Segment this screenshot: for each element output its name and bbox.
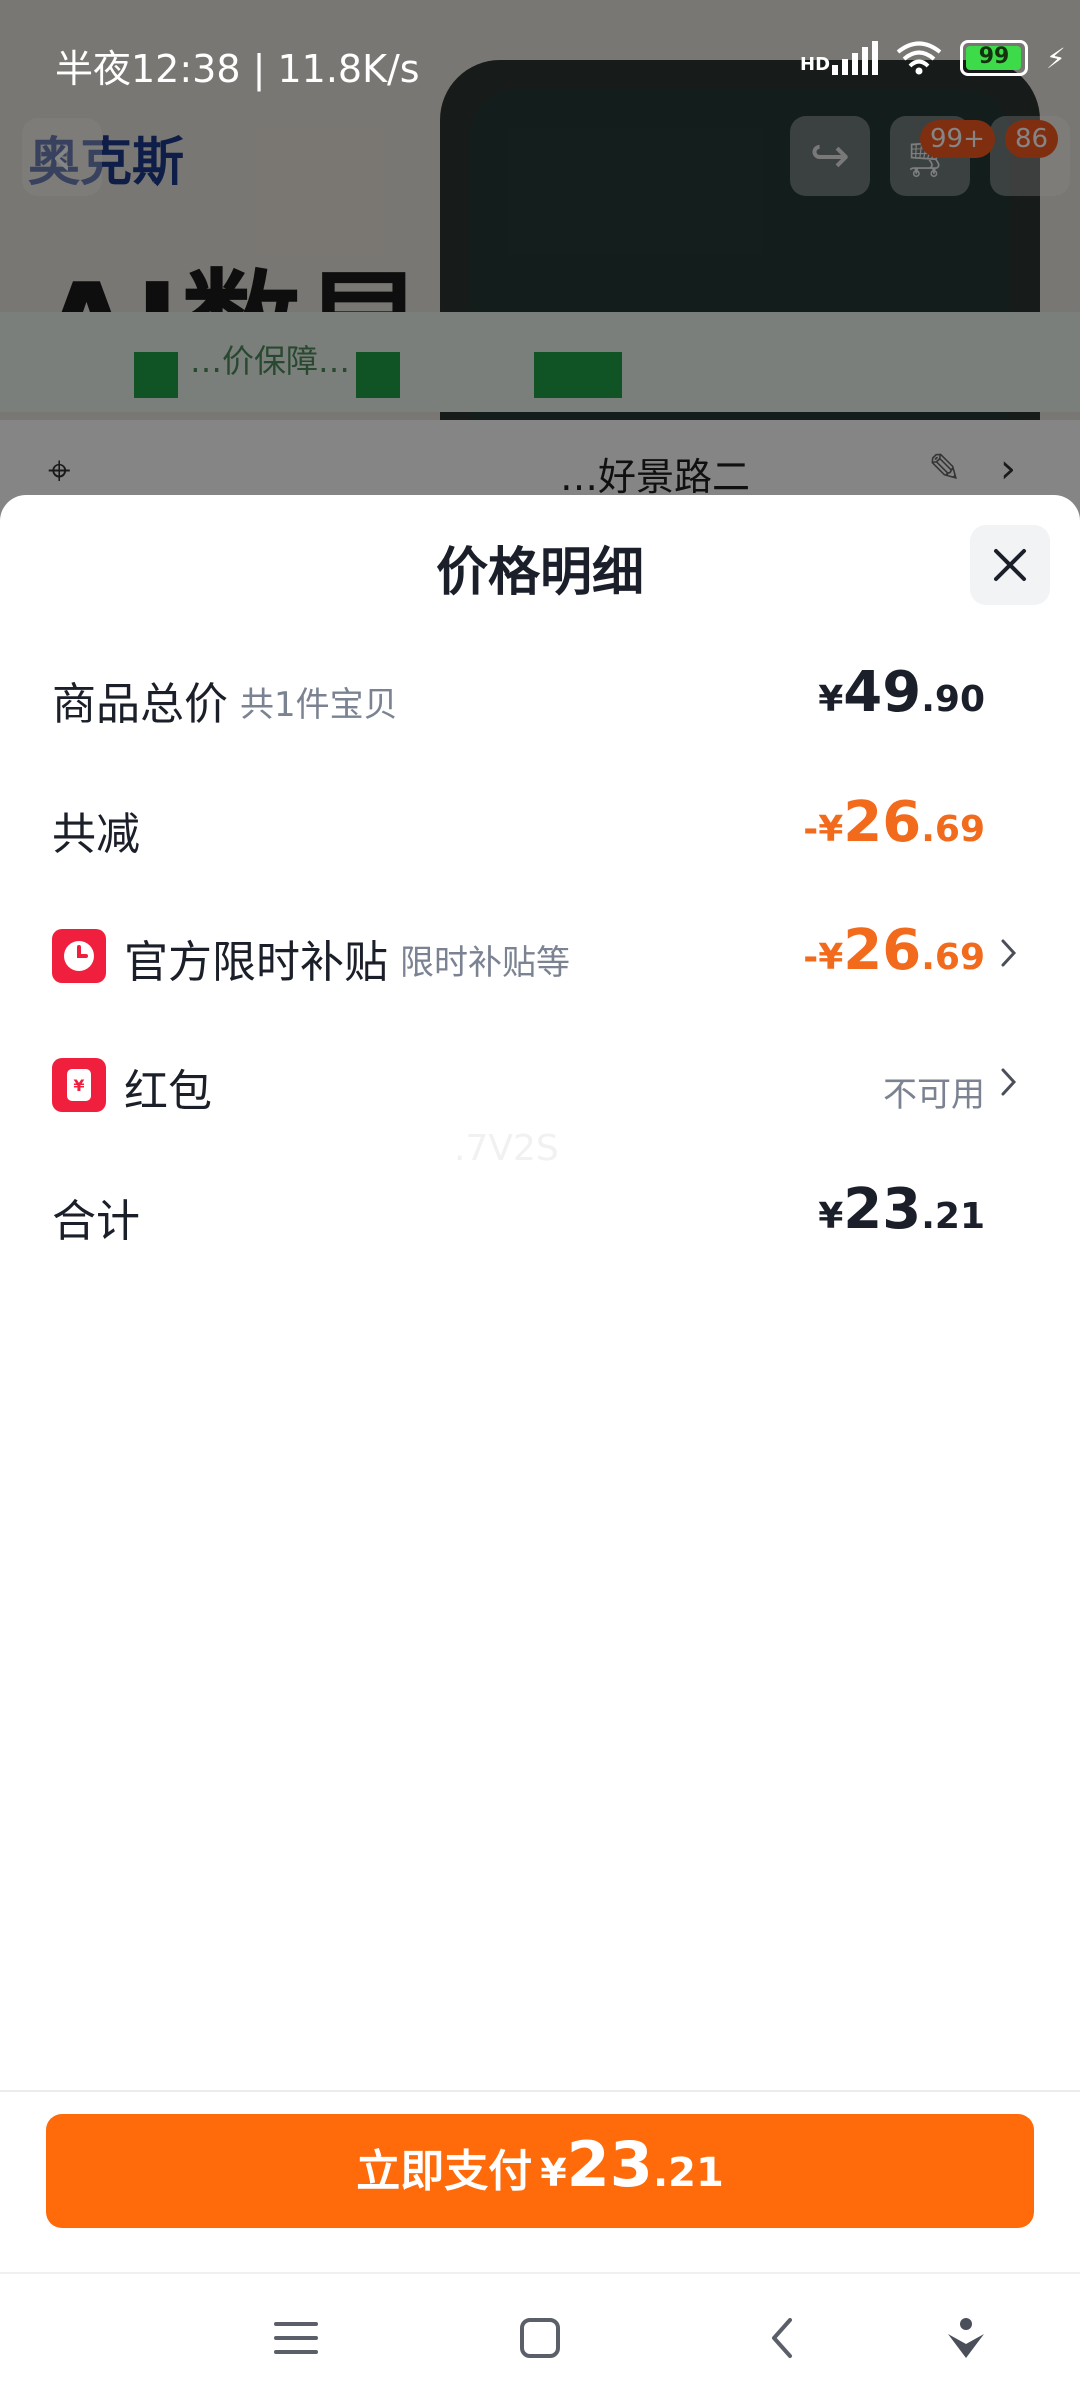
navigation-bar bbox=[0, 2272, 1080, 2402]
network-label: HD bbox=[800, 54, 831, 75]
pay-button-label: 立即支付 bbox=[356, 2146, 533, 2197]
goods-count-text: 共1件宝贝 bbox=[240, 685, 398, 725]
status-icons: HD 99 ⚡︎ bbox=[800, 40, 1066, 76]
total-discount-value: -¥26.69 bbox=[803, 790, 985, 855]
wifi-icon bbox=[896, 41, 942, 75]
pay-amount-int: 23 bbox=[566, 2128, 653, 2201]
pay-now-button[interactable]: 立即支付 ¥23.21 bbox=[46, 2114, 1034, 2228]
close-button[interactable] bbox=[970, 525, 1050, 605]
cellular-icon: HD bbox=[800, 41, 879, 75]
assistant-icon[interactable] bbox=[938, 2310, 994, 2366]
row-goods-total: 商品总价 共1件宝贝 ¥49.90 bbox=[0, 642, 1080, 752]
goods-total-value: ¥49.90 bbox=[818, 660, 985, 725]
menu-icon[interactable] bbox=[268, 2310, 324, 2366]
official-subsidy-sub: 限时补贴等 bbox=[400, 943, 570, 983]
chevron-right-icon bbox=[1001, 939, 1017, 967]
pay-button-content: 立即支付 ¥23.21 bbox=[46, 2128, 1034, 2201]
chevron-right-icon bbox=[1001, 1068, 1017, 1096]
svg-text:¥: ¥ bbox=[73, 1076, 84, 1095]
row-official-subsidy[interactable]: 官方限时补贴 限时补贴等 -¥26.69 bbox=[0, 900, 1080, 1010]
status-bar: 半夜12:38 | 11.8K/s HD 99 ⚡︎ bbox=[0, 0, 1080, 95]
red-packet-label: 红包 bbox=[124, 1066, 212, 1117]
row-total-discount: 共减 -¥26.69 bbox=[0, 772, 1080, 882]
battery-level: 99 bbox=[978, 44, 1010, 69]
pay-amount-dec: .21 bbox=[652, 2150, 724, 2196]
red-packet-status: 不可用 bbox=[883, 1075, 985, 1115]
pay-currency: ¥ bbox=[540, 2151, 567, 2195]
row-red-packet[interactable]: ¥ 红包 不可用 bbox=[0, 1029, 1080, 1139]
charging-icon: ⚡︎ bbox=[1046, 41, 1066, 75]
sheet-title: 价格明细 bbox=[435, 543, 644, 603]
back-icon[interactable] bbox=[756, 2310, 812, 2366]
pay-bar: 立即支付 ¥23.21 bbox=[0, 2090, 1080, 2272]
grand-total-label: 合计 bbox=[52, 1196, 140, 1247]
signal-bars bbox=[832, 41, 879, 75]
close-icon bbox=[994, 549, 1026, 581]
yuan-icon: ¥ bbox=[52, 1058, 106, 1112]
official-subsidy-value: -¥26.69 bbox=[803, 918, 985, 983]
goods-total-label: 商品总价 bbox=[52, 679, 228, 730]
clock-icon bbox=[52, 929, 106, 983]
watermark: .7V2S bbox=[454, 1128, 559, 1169]
home-icon[interactable] bbox=[512, 2310, 568, 2366]
grand-total-value: ¥23.21 bbox=[818, 1177, 985, 1242]
row-grand-total: 合计 ¥23.21 bbox=[0, 1159, 1080, 1269]
status-time: 半夜12:38 | 11.8K/s bbox=[55, 47, 420, 91]
battery-icon: 99 bbox=[960, 40, 1029, 76]
official-subsidy-label: 官方限时补贴 bbox=[124, 937, 388, 988]
total-discount-label: 共减 bbox=[52, 809, 140, 860]
